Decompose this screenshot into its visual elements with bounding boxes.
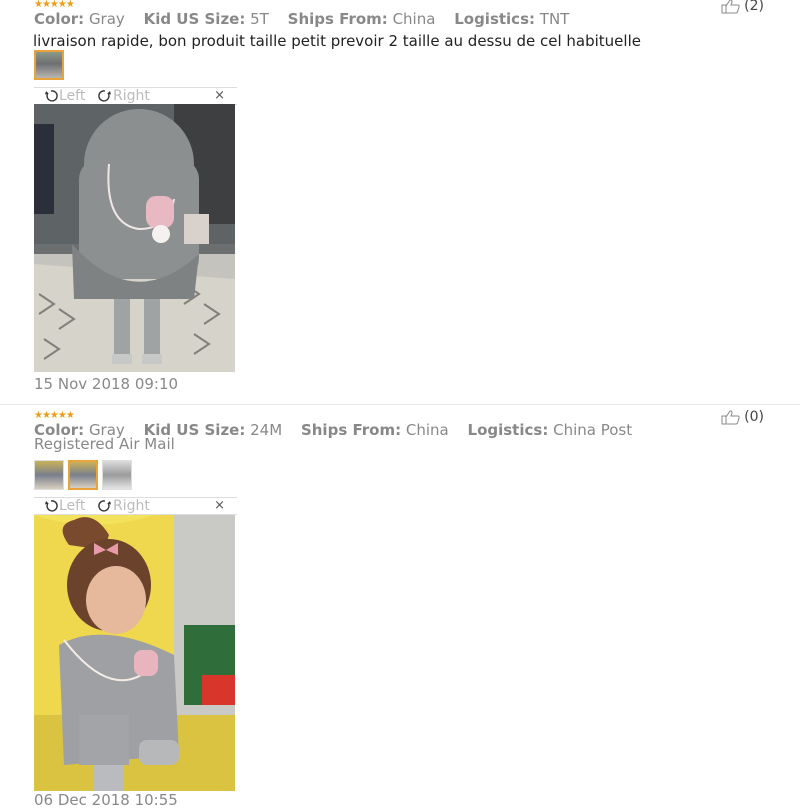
review-date: 06 Dec 2018 10:55 — [34, 791, 178, 809]
rotate-right-label: Right — [113, 88, 150, 104]
rotate-left-label: Left — [59, 498, 86, 514]
helpful-count: (2) — [744, 0, 764, 14]
rotate-left-button[interactable]: Left — [44, 88, 85, 104]
thumbs-up-icon — [721, 0, 740, 14]
rotate-left-icon — [45, 90, 58, 102]
size-label: Kid US Size: — [143, 10, 246, 28]
logistics-label: Logistics: — [454, 10, 536, 28]
review-item: ★★★★★ (2) Color: Gray Kid US Size: 5T Sh… — [0, 0, 800, 394]
photo-thumbnail[interactable] — [68, 460, 98, 490]
rotate-left-icon — [45, 500, 58, 512]
color-label: Color: — [34, 10, 85, 28]
thumbs-up-icon — [721, 410, 740, 425]
photo-thumbnails — [34, 460, 132, 490]
logistics-value: TNT — [539, 10, 570, 28]
helpful-button[interactable]: (2) — [721, 0, 764, 14]
close-icon[interactable]: × — [214, 88, 225, 104]
review-date: 15 Nov 2018 09:10 — [34, 375, 179, 393]
ships-from-value: China — [405, 421, 449, 439]
rotate-left-button[interactable]: Left — [44, 498, 85, 514]
ships-from-value: China — [392, 10, 436, 28]
ships-from-label: Ships From: — [300, 421, 402, 439]
helpful-count: (0) — [744, 409, 764, 425]
photo-viewer-toolbar: Left Right × — [34, 87, 237, 105]
order-attributes: Color: Gray Kid US Size: 5T Ships From: … — [34, 10, 680, 28]
review-photo — [34, 515, 235, 791]
color-value: Gray — [88, 10, 125, 28]
photo-thumbnail[interactable] — [34, 50, 64, 80]
rotate-left-label: Left — [59, 88, 86, 104]
rotate-right-icon — [98, 500, 111, 512]
size-value: 24M — [250, 421, 283, 439]
photo-thumbnail[interactable] — [102, 460, 132, 490]
photo-viewer-toolbar: Left Right × — [34, 497, 237, 515]
rotate-right-button[interactable]: Right — [98, 498, 150, 514]
star-rating: ★★★★★ — [34, 410, 75, 421]
size-value: 5T — [250, 10, 269, 28]
star-rating: ★★★★★ — [34, 0, 75, 10]
review-item: ★★★★★ (0) Color: Gray Kid US Size: 24M S… — [0, 404, 800, 809]
rotate-right-button[interactable]: Right — [98, 88, 150, 104]
helpful-button[interactable]: (0) — [721, 409, 764, 425]
logistics-label: Logistics: — [467, 421, 549, 439]
photo-thumbnail[interactable] — [34, 460, 64, 490]
review-text: livraison rapide, bon produit taille pet… — [33, 32, 641, 50]
order-attributes: Color: Gray Kid US Size: 24M Ships From:… — [34, 421, 680, 452]
photo-thumbnails — [34, 50, 64, 80]
ships-from-label: Ships From: — [287, 10, 388, 28]
rotate-right-label: Right — [113, 498, 150, 514]
close-icon[interactable]: × — [214, 498, 225, 514]
review-photo — [34, 104, 235, 372]
rotate-right-icon — [98, 90, 111, 102]
